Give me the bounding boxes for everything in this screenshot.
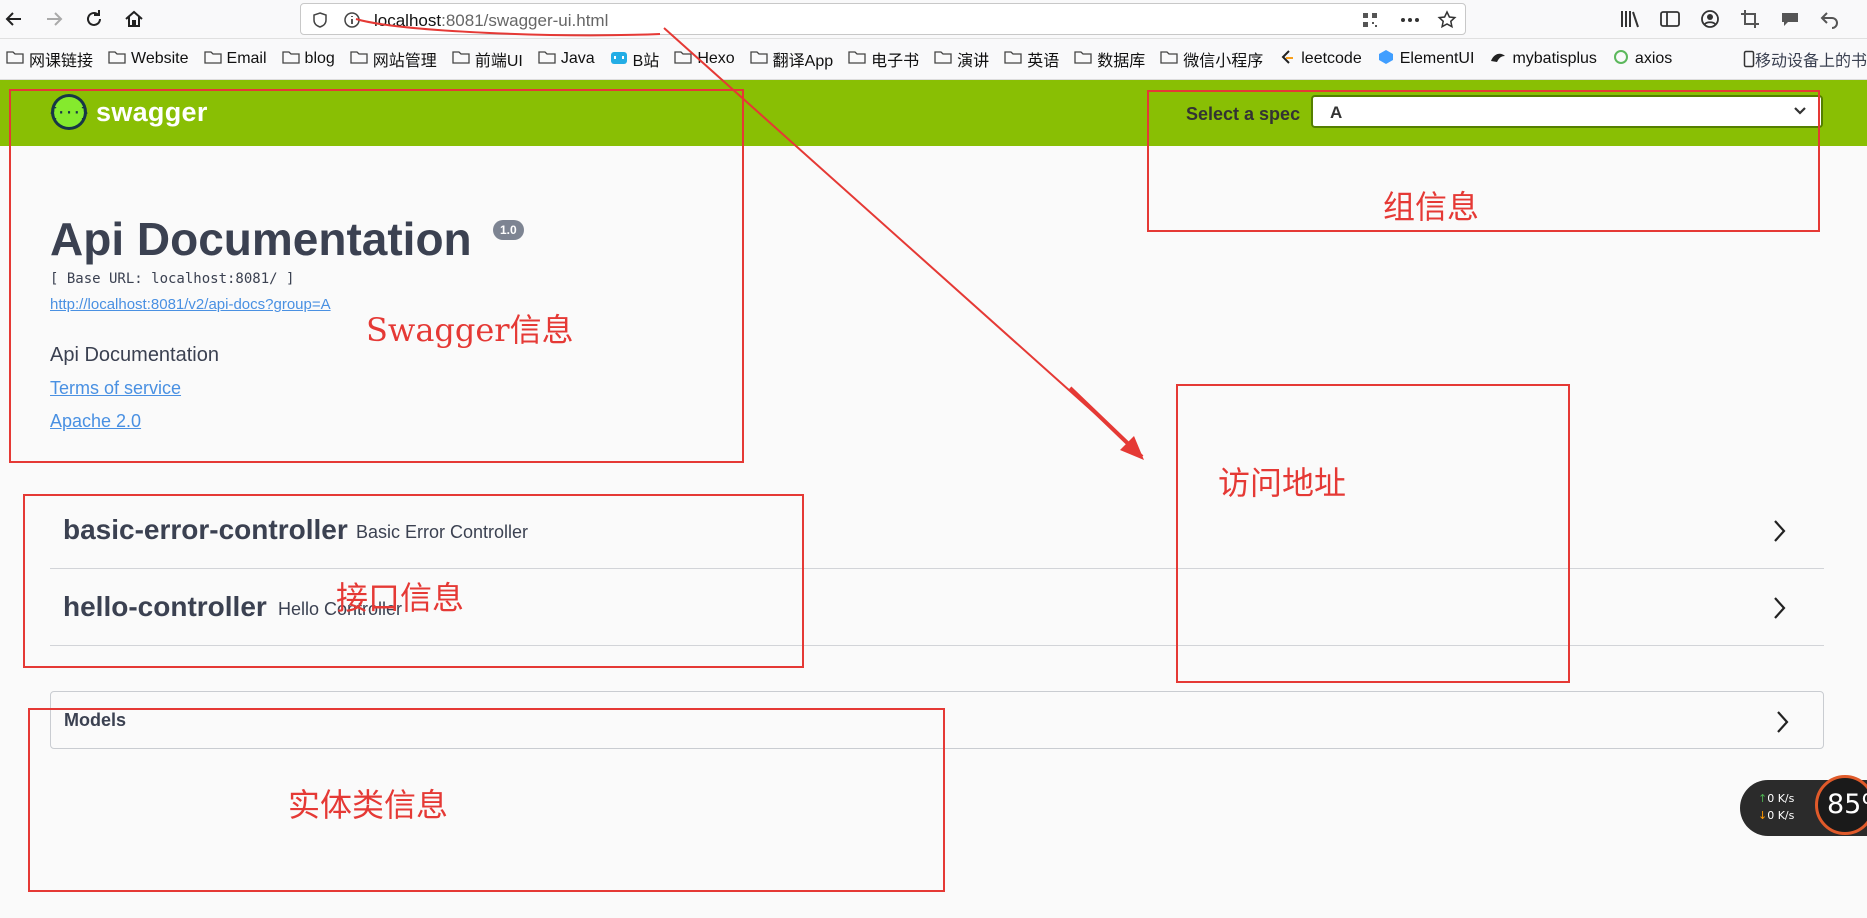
upload-arrow-icon: ↑ — [1758, 792, 1768, 805]
download-arrow-icon: ↓ — [1758, 809, 1768, 822]
gauge-percent: 85% — [1827, 789, 1867, 820]
url-underline-mark — [355, 18, 661, 37]
download-rate: ↓0 K/s — [1758, 809, 1795, 822]
annotation-arrow-line — [663, 27, 1137, 451]
annotation-arrows — [355, 18, 1144, 460]
upload-rate: ↑0 K/s — [1758, 792, 1795, 805]
memory-usage-gauge[interactable]: 85% — [1815, 775, 1867, 835]
